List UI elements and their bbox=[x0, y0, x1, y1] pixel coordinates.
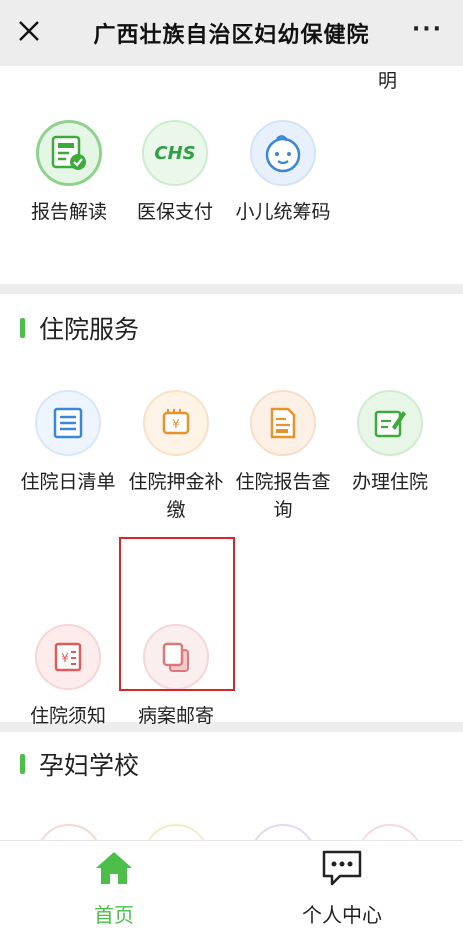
partial-circle-icon[interactable] bbox=[357, 824, 423, 840]
content-scroll[interactable]: 明 报告解读 CHS 医保支付 小儿统筹码 住院服务 住院日清单 ¥ 住院押金补… bbox=[0, 66, 463, 840]
service-label: 报告解读 bbox=[30, 201, 107, 223]
section-title: 孕妇学校 bbox=[39, 751, 140, 780]
service-label: 病案邮寄 bbox=[137, 705, 214, 727]
notice-icon: ¥ bbox=[35, 624, 101, 690]
section-header: 住院服务 bbox=[20, 310, 139, 346]
tab-label: 个人中心 bbox=[302, 903, 382, 927]
partial-circle-icon[interactable] bbox=[143, 824, 209, 840]
service-label: 住院须知 bbox=[29, 705, 106, 727]
quick-services-card: 明 报告解读 CHS 医保支付 小儿统筹码 bbox=[0, 66, 463, 284]
service-label: 住院报告查询 bbox=[235, 471, 331, 521]
service-report-query[interactable]: 住院报告查询 bbox=[229, 390, 337, 524]
tab-home[interactable]: 首页 bbox=[44, 849, 184, 928]
service-daily-bill[interactable]: 住院日清单 bbox=[14, 390, 122, 496]
report-icon bbox=[36, 120, 102, 186]
service-notice[interactable]: ¥ 住院须知 bbox=[14, 624, 122, 730]
section-title: 住院服务 bbox=[39, 315, 140, 344]
chs-badge: CHS bbox=[154, 142, 196, 164]
chs-icon: CHS bbox=[142, 120, 208, 186]
section-accent-bar bbox=[20, 754, 25, 774]
service-label: 办理住院 bbox=[351, 471, 428, 493]
section-header: 孕妇学校 bbox=[20, 746, 139, 782]
deposit-icon: ¥ bbox=[143, 390, 209, 456]
chat-bubble-icon bbox=[322, 850, 362, 886]
service-report-reading[interactable]: 报告解读 bbox=[15, 120, 123, 226]
partial-circle-icon[interactable] bbox=[36, 824, 102, 840]
service-label: 医保支付 bbox=[136, 201, 213, 223]
partial-circle-icon[interactable] bbox=[250, 824, 316, 840]
list-icon bbox=[35, 390, 101, 456]
bottom-tab-bar: 首页 个人中心 bbox=[0, 840, 463, 936]
service-label: 住院日清单 bbox=[20, 471, 116, 493]
service-child-code[interactable]: 小儿统筹码 bbox=[229, 120, 337, 226]
more-menu-icon[interactable]: ··· bbox=[412, 19, 443, 41]
selection-highlight-box bbox=[119, 537, 235, 691]
prenatal-school-card: 孕妇学校 bbox=[0, 732, 463, 840]
service-label: 住院押金补缴 bbox=[128, 471, 224, 521]
baby-face-icon bbox=[250, 120, 316, 186]
section-accent-bar bbox=[20, 318, 25, 338]
tab-label: 首页 bbox=[94, 903, 134, 927]
close-icon[interactable] bbox=[14, 16, 44, 46]
home-icon bbox=[96, 852, 132, 884]
service-label: 小儿统筹码 bbox=[235, 201, 331, 223]
service-insurance-pay[interactable]: CHS 医保支付 bbox=[121, 120, 229, 226]
clipped-label: 明 bbox=[378, 70, 398, 92]
svg-text:¥: ¥ bbox=[61, 651, 69, 665]
admission-icon bbox=[357, 390, 423, 456]
tab-personal-center[interactable]: 个人中心 bbox=[272, 849, 412, 928]
page-title: 广西壮族自治区妇幼保健院 bbox=[93, 23, 370, 48]
report-query-icon bbox=[250, 390, 316, 456]
title-bar: 广西壮族自治区妇幼保健院 ··· bbox=[0, 0, 463, 66]
service-deposit[interactable]: ¥ 住院押金补缴 bbox=[122, 390, 230, 524]
svg-text:¥: ¥ bbox=[172, 417, 180, 431]
service-admission[interactable]: 办理住院 bbox=[336, 390, 444, 496]
